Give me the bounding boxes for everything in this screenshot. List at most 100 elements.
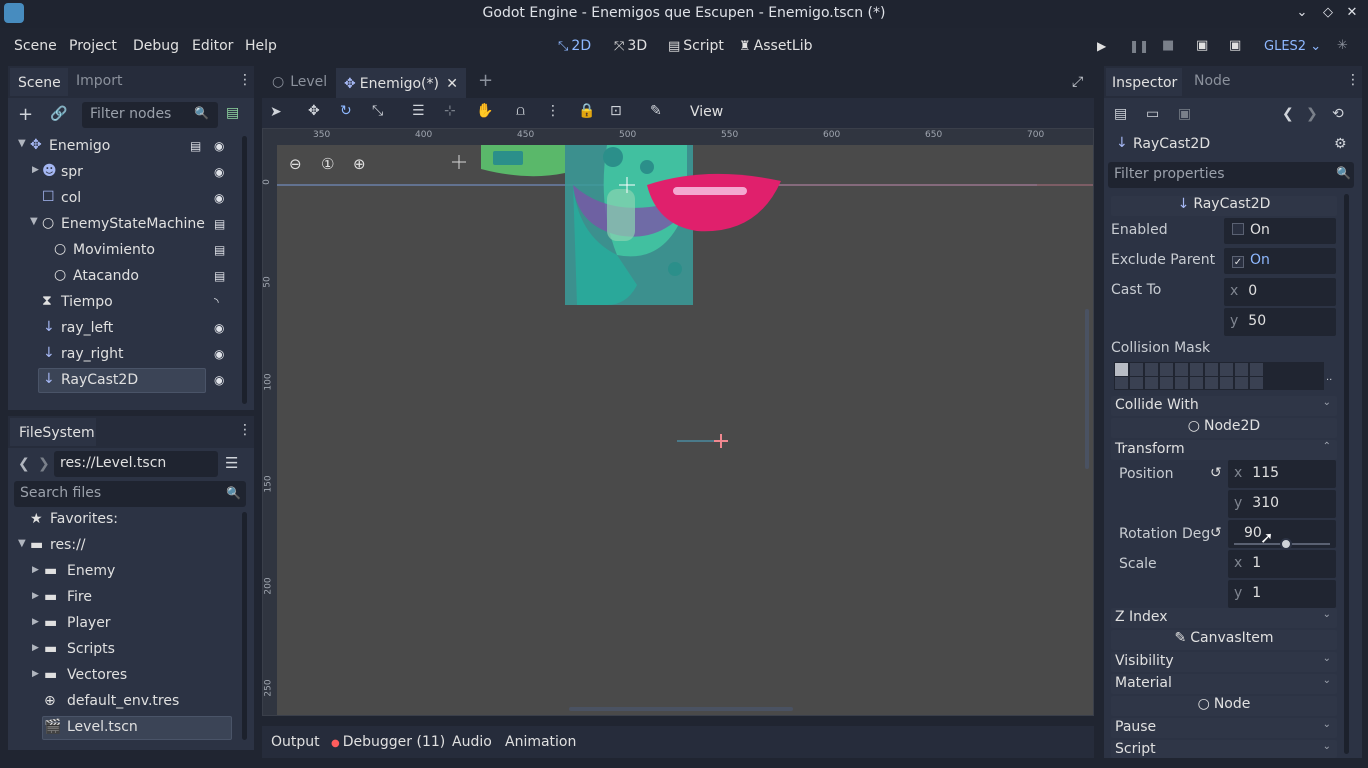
menu-editor[interactable]: Editor [192, 38, 233, 54]
add-node-icon[interactable]: + [18, 104, 33, 125]
scale-x-field[interactable]: x1 [1228, 550, 1336, 578]
workspace-3d-button[interactable]: ⤧ 3D [614, 38, 647, 54]
list-select-icon[interactable]: ☰ [412, 103, 425, 119]
pan-mode-icon[interactable]: ✋ [476, 103, 493, 119]
tree-row-movimiento[interactable]: ○ Movimiento ▤ [12, 238, 244, 264]
signal-icon[interactable]: ◝ [214, 295, 219, 309]
history-icon[interactable]: ⟲ [1332, 106, 1344, 122]
new-resource-icon[interactable]: ▤ [1114, 106, 1127, 122]
cast-to-x-field[interactable]: x0 [1224, 278, 1336, 306]
tab-filesystem[interactable]: FileSystem [10, 418, 96, 446]
tree-row-tiempo[interactable]: ⧗ Tiempo ◝ [12, 290, 244, 316]
tree-row-ray-left[interactable]: ↓ ray_left ◉ [12, 316, 244, 342]
visibility-eye-icon[interactable]: ◉ [214, 139, 224, 153]
zoom-out-icon[interactable]: ⊖ [289, 155, 302, 173]
tree-row-raycast2d[interactable]: ↓ RayCast2D ◉ [12, 368, 244, 394]
stop-icon[interactable]: ■ [1162, 38, 1174, 53]
scene-tree-scrollbar[interactable] [242, 136, 247, 404]
collide-with-section[interactable]: Collide With ⌄ [1111, 396, 1337, 416]
enabled-checkbox[interactable]: On [1224, 218, 1336, 244]
tab-import[interactable]: Import [76, 73, 122, 89]
expand-arrow-icon[interactable]: ▶ [32, 617, 39, 627]
expand-arrow-icon[interactable]: ▶ [32, 591, 39, 601]
expand-arrow-icon[interactable]: ▼ [30, 216, 38, 227]
tab-inspector[interactable]: Inspector [1106, 68, 1182, 96]
tree-row-ray-right[interactable]: ↓ ray_right ◉ [12, 342, 244, 368]
group-icon[interactable]: ⊡ [610, 103, 622, 119]
zoom-reset-icon[interactable]: ① [321, 155, 334, 173]
tree-row-res[interactable]: ▼ ▬ res:// [14, 534, 240, 560]
pause-section[interactable]: Pause ⌄ [1111, 718, 1337, 738]
skeleton-icon[interactable]: ✎ [650, 103, 662, 119]
snap-options-icon[interactable]: ⋮ [546, 103, 560, 119]
menu-help[interactable]: Help [245, 38, 277, 54]
menu-debug[interactable]: Debug [133, 38, 179, 54]
play-custom-scene-icon[interactable]: ▣ [1229, 38, 1241, 53]
animation-tab[interactable]: Animation [505, 734, 576, 750]
tree-row-favorites[interactable]: ★ Favorites: [14, 508, 240, 534]
viewport-vscroll[interactable] [1085, 309, 1089, 469]
tree-row-enemigo[interactable]: ▼ ✥ Enemigo ▤ ◉ [12, 134, 244, 160]
visibility-eye-icon[interactable]: ◉ [214, 191, 224, 205]
scale-y-field[interactable]: y1 [1228, 580, 1336, 608]
history-back-icon[interactable]: ❮ [1282, 106, 1294, 122]
tree-row-player[interactable]: ▶ ▬ Player [14, 612, 240, 638]
output-tab[interactable]: Output [271, 734, 320, 750]
viewport-hscroll[interactable] [569, 707, 793, 711]
path-field[interactable]: res://Level.tscn [54, 451, 218, 477]
script-icon[interactable]: ▤ [214, 217, 225, 231]
tree-row-atacando[interactable]: ○ Atacando ▤ [12, 264, 244, 290]
viewport-2d[interactable]: 350 400 450 500 550 600 650 700 0 50 100… [262, 128, 1094, 716]
collision-mask-grid[interactable] [1114, 362, 1324, 390]
tree-row-default-env[interactable]: ⊕ default_env.tres [14, 690, 240, 716]
material-section[interactable]: Material ⌄ [1111, 674, 1337, 694]
object-properties-icon[interactable]: ⚙ [1334, 136, 1347, 152]
expand-arrow-icon[interactable]: ▶ [32, 165, 39, 175]
script-icon[interactable]: ▤ [214, 269, 225, 283]
tab-level[interactable]: ○ Level [272, 74, 327, 90]
dock-menu-icon[interactable]: ⋮ [1346, 72, 1360, 88]
play-scene-icon[interactable]: ▣ [1196, 38, 1208, 53]
history-forward-icon[interactable]: ❯ [1306, 106, 1318, 122]
workspace-script-button[interactable]: ▤ Script [668, 38, 724, 54]
tree-row-col[interactable]: ☐ col ◉ [12, 186, 244, 212]
renderer-select[interactable]: GLES2 ⌄ [1264, 39, 1321, 54]
tree-row-spr[interactable]: ▶ ☻ spr ◉ [12, 160, 244, 186]
expand-arrow-icon[interactable]: ▶ [32, 565, 39, 575]
tree-row-enemystatemachine[interactable]: ▼ ○ EnemyStateMachine ▤ [12, 212, 244, 238]
pause-icon[interactable]: ❚❚ [1129, 39, 1149, 53]
expand-arrow-icon[interactable]: ▼ [18, 138, 26, 149]
filesystem-scrollbar[interactable] [242, 512, 247, 740]
maximize-icon[interactable]: ◇ [1320, 5, 1336, 21]
transform-section[interactable]: Transform ⌃ [1111, 440, 1337, 460]
workspace-2d-button[interactable]: ⤡ 2D [558, 38, 591, 54]
move-mode-icon[interactable]: ✥ [308, 103, 320, 119]
script-icon[interactable]: ▤ [214, 243, 225, 257]
script-section[interactable]: Script ⌄ [1111, 740, 1337, 758]
scale-mode-icon[interactable]: ⤡ [372, 103, 383, 119]
new-tab-icon[interactable]: + [478, 70, 493, 91]
visibility-section[interactable]: Visibility ⌄ [1111, 652, 1337, 672]
tree-row-level-tscn[interactable]: 🎬 Level.tscn [14, 716, 240, 742]
collision-layer-bits[interactable] [1114, 362, 1324, 390]
tab-scene[interactable]: Scene [10, 68, 68, 96]
collision-mask-more-button[interactable]: .. [1326, 372, 1332, 383]
expand-arrow-icon[interactable]: ▶ [32, 669, 39, 679]
z-index-section[interactable]: Z Index ⌄ [1111, 608, 1337, 628]
visibility-eye-icon[interactable]: ◉ [214, 373, 224, 387]
split-mode-icon[interactable]: ☰ [225, 454, 238, 472]
open-folder-icon[interactable]: ▭ [1146, 106, 1159, 122]
save-icon[interactable]: ▣ [1178, 106, 1191, 122]
tab-node[interactable]: Node [1194, 73, 1231, 89]
revert-icon[interactable]: ↺ [1210, 465, 1222, 481]
tree-row-fire[interactable]: ▶ ▬ Fire [14, 586, 240, 612]
script-icon[interactable]: ▤ [190, 139, 201, 153]
dock-menu-icon[interactable]: ⋮ [238, 72, 252, 88]
tree-row-scripts[interactable]: ▶ ▬ Scripts [14, 638, 240, 664]
filter-properties-input[interactable]: Filter properties [1108, 162, 1354, 188]
debugger-tab[interactable]: ● Debugger (11) [331, 734, 445, 750]
revert-icon[interactable]: ↺ [1210, 525, 1222, 541]
attach-script-icon[interactable]: ▤ [226, 105, 239, 121]
tree-row-vectores[interactable]: ▶ ▬ Vectores [14, 664, 240, 690]
distraction-free-icon[interactable]: ⤢ [1072, 74, 1083, 90]
